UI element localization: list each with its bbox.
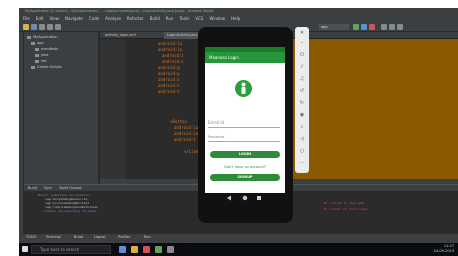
android-studio-icon[interactable] — [155, 246, 162, 253]
folder-icon — [35, 59, 39, 63]
volume-up-icon[interactable]: ♪ — [299, 64, 305, 70]
menu-run[interactable]: Run — [166, 16, 174, 21]
menu-edit[interactable]: Edit — [36, 16, 44, 21]
log-warning: W/: Failed to open APK — [324, 201, 364, 205]
task-view-icon[interactable] — [119, 246, 126, 253]
windows-taskbar: Type here to search 11:27 24-09-2019 — [19, 243, 458, 256]
code-line: android:la — [174, 131, 199, 136]
menu-code[interactable]: Code — [89, 16, 99, 21]
save-icon[interactable] — [31, 24, 37, 30]
tab-sync[interactable]: Sync — [44, 186, 52, 190]
menu-navigate[interactable]: Navigate — [65, 16, 83, 21]
menu-view[interactable]: View — [49, 16, 59, 21]
nav-back-icon[interactable] — [227, 195, 231, 201]
tab-activity-login-xml[interactable]: activity_login.xml — [102, 32, 139, 39]
rotate-left-icon[interactable]: ↺ — [299, 88, 305, 94]
log-warning: E/: Could not find class — [324, 207, 368, 211]
menu-file[interactable]: File — [23, 16, 30, 21]
project-root[interactable]: MyApplication — [27, 35, 58, 40]
menu-analyze[interactable]: Analyze — [105, 16, 121, 21]
signup-button[interactable]: SIGNUP — [210, 174, 280, 181]
code-line: android:la — [158, 41, 183, 46]
screenshot-icon[interactable]: ◉ — [299, 112, 305, 118]
nav-home-icon[interactable] — [242, 195, 248, 201]
menu-help[interactable]: Help — [231, 16, 240, 21]
undo-icon[interactable] — [47, 24, 53, 30]
code-line: android:t — [158, 89, 180, 94]
code-line: <Button — [170, 119, 187, 124]
zoom-icon[interactable]: ⌕ — [299, 124, 305, 130]
stop-icon[interactable] — [369, 24, 375, 30]
taskbar-clock: 11:27 24-09-2019 — [433, 244, 454, 253]
tree-item-java[interactable]: java — [35, 53, 48, 58]
power-icon[interactable]: ⏻ — [299, 52, 305, 58]
emulator-icon[interactable] — [167, 246, 174, 253]
sdk-manager-icon[interactable] — [389, 24, 395, 30]
user-icon — [235, 80, 252, 97]
sync-icon[interactable] — [39, 24, 45, 30]
code-line: android:s — [158, 83, 180, 88]
log-line: Install successfully finished — [44, 209, 97, 213]
project-panel: MyApplication app manifests java res Gra… — [24, 32, 99, 184]
folder-icon — [27, 35, 31, 39]
emulator-toolbar: ✕ – ⏻ ♪ ♫ ↺ ↻ ◉ ⌕ ◁ ○ ⋯ — [295, 27, 309, 173]
no-account-link[interactable]: Don't have an account? — [205, 165, 285, 169]
folder-icon — [35, 47, 39, 51]
folder-icon — [31, 41, 35, 45]
tree-item-res[interactable]: res — [35, 59, 46, 64]
taskbar-search[interactable]: Type here to search — [31, 245, 111, 254]
code-line: android:la — [174, 125, 199, 130]
minimize-icon[interactable]: – — [299, 40, 305, 46]
open-folder-icon[interactable] — [23, 24, 29, 30]
folder-icon — [35, 53, 39, 57]
windows-start-icon[interactable] — [22, 246, 28, 252]
password-field[interactable]: Password — [208, 135, 224, 139]
file-explorer-icon[interactable] — [131, 246, 138, 253]
android-nav-bar — [205, 193, 285, 203]
debug-icon[interactable] — [361, 24, 367, 30]
volume-down-icon[interactable]: ♫ — [299, 76, 305, 82]
code-line: android:p — [158, 71, 180, 76]
back-icon[interactable]: ◁ — [299, 136, 305, 142]
code-line: android:la — [158, 47, 183, 52]
line-gutter — [100, 39, 126, 179]
password-underline — [208, 141, 280, 142]
avd-manager-icon[interactable] — [381, 24, 387, 30]
home-icon[interactable]: ○ — [299, 148, 305, 154]
run-config-selector[interactable]: app — [319, 24, 349, 30]
code-line: android:g — [158, 65, 180, 70]
menu-tools[interactable]: Tools — [179, 16, 189, 21]
redo-icon[interactable] — [55, 24, 61, 30]
code-line: android:t — [162, 53, 184, 58]
tab-login-activity-java[interactable]: LoginActivity.java — [164, 32, 201, 39]
email-underline — [208, 127, 280, 128]
folder-icon — [31, 65, 35, 69]
run-icon[interactable] — [353, 24, 359, 30]
search-icon[interactable] — [397, 24, 403, 30]
email-field[interactable]: Email Id — [208, 120, 224, 125]
login-button[interactable]: LOGIN — [210, 151, 280, 158]
menu-window[interactable]: Window — [209, 16, 225, 21]
close-icon[interactable]: ✕ — [299, 30, 305, 36]
code-line: android:c — [162, 59, 184, 64]
code-line: android:s — [158, 77, 180, 82]
more-icon[interactable]: ⋯ — [299, 160, 305, 166]
tab-build[interactable]: Build — [28, 186, 37, 190]
app-screen: Maanasa Login Email Id Password LOGIN Do… — [205, 47, 285, 193]
tree-item-app[interactable]: app — [31, 41, 44, 46]
tree-item-manifests[interactable]: manifests — [35, 47, 58, 52]
menu-refactor[interactable]: Refactor — [127, 16, 144, 21]
chrome-icon[interactable] — [143, 246, 150, 253]
tree-item-gradle[interactable]: Gradle Scripts — [31, 65, 62, 70]
menu-vcs[interactable]: VCS — [195, 16, 203, 21]
app-title-bar: Maanasa Login — [205, 52, 285, 63]
rotate-right-icon[interactable]: ↻ — [299, 100, 305, 106]
nav-recents-icon[interactable] — [257, 196, 261, 200]
menu-build[interactable]: Build — [150, 16, 160, 21]
code-line: android:t — [174, 137, 196, 142]
menu-bar: File Edit View Navigate Code Analyze Ref… — [19, 14, 458, 22]
tab-build-output[interactable]: Build Output — [59, 186, 81, 190]
